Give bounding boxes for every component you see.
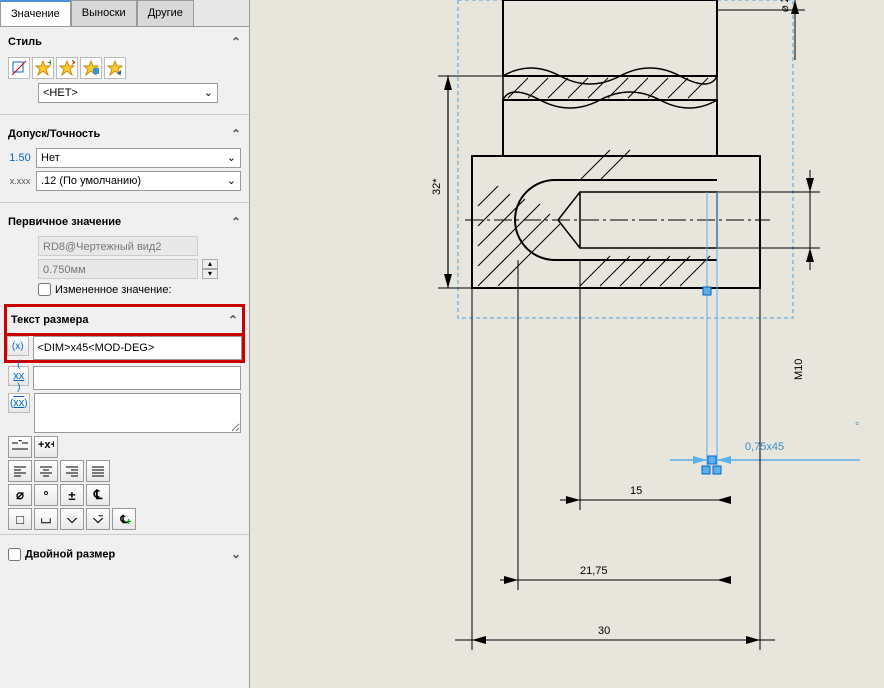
dim-2175: 21,75	[580, 565, 608, 577]
primary-ref: RD8@Чертежный вид2	[38, 236, 198, 256]
chevron-down-icon: ⌄	[227, 171, 236, 191]
dimtext-input-2[interactable]	[33, 366, 241, 390]
svg-text:+x+: +x+	[38, 440, 54, 451]
svg-text:+: +	[47, 60, 51, 69]
spin-up[interactable]: ▴	[202, 259, 218, 269]
chevron-up-icon: ⌃	[231, 35, 241, 49]
justify-left[interactable]	[8, 460, 32, 482]
tolerance-header[interactable]: Допуск/Точность ⌃	[8, 123, 241, 145]
sym-cbore[interactable]: ⌵	[60, 508, 84, 530]
tolerance-title: Допуск/Точность	[8, 128, 100, 140]
justify-right[interactable]	[60, 460, 84, 482]
tolerance-type-icon: 1.50	[8, 148, 32, 168]
precision-icon: x.xxx	[8, 171, 32, 191]
primary-title: Первичное значение	[8, 216, 121, 228]
dimtext-below-icon[interactable]: (xx)	[8, 366, 29, 386]
chevron-down-icon: ⌄	[227, 148, 236, 168]
align-toolbar-1: * +x+	[8, 436, 241, 458]
spin-down[interactable]: ▾	[202, 269, 218, 279]
dim-30: 30	[598, 625, 610, 637]
dimtext-title: Текст размера	[11, 314, 88, 326]
dim-chamfer[interactable]: 0,75х45	[745, 441, 784, 453]
style-preset-dropdown[interactable]: <НЕТ>⌄	[38, 83, 218, 103]
style-toolbar: + ×	[8, 57, 241, 79]
justify-toolbar	[8, 460, 241, 482]
tabs: Значение Выноски Другие	[0, 0, 249, 27]
dim-32: 32*	[431, 178, 443, 195]
dimtext-multi-input[interactable]	[34, 393, 241, 433]
chevron-down-icon: ⌄	[204, 83, 213, 103]
chevron-up-icon: ⌃	[231, 215, 241, 229]
justify-full[interactable]	[86, 460, 110, 482]
primary-value: 0.750мм	[38, 259, 198, 279]
symbol-toolbar-2: □ ⌴ ⌵ ⌵̄ ℄+	[8, 508, 241, 530]
align-btn-1[interactable]: *	[8, 436, 32, 458]
drawing-canvas[interactable]: 32* ⌀ 20 M10 0,75х45 ° 15	[250, 0, 884, 688]
chevron-up-icon: ⌃	[228, 313, 238, 327]
dim-m10: M10	[793, 359, 805, 380]
precision-dropdown[interactable]: .12 (По умолчанию)⌄	[36, 171, 241, 191]
chevron-up-icon: ⌃	[231, 127, 241, 141]
style-btn-5[interactable]	[104, 57, 126, 79]
dimtext-header[interactable]: Текст размера ⌃	[11, 309, 238, 331]
symbol-toolbar-1: ⌀ ° ± ℄	[8, 484, 241, 506]
dim-chamfer-deg: °	[855, 421, 859, 433]
tab-value[interactable]: Значение	[0, 0, 71, 26]
tab-leaders[interactable]: Выноски	[71, 0, 137, 26]
align-btn-2[interactable]: +x+	[34, 436, 58, 458]
style-header[interactable]: Стиль ⌃	[8, 31, 241, 53]
sym-degree[interactable]: °	[34, 484, 58, 506]
dual-checkbox[interactable]	[8, 548, 21, 561]
sym-plusminus[interactable]: ±	[60, 484, 84, 506]
justify-center[interactable]	[34, 460, 58, 482]
dimtext-xy-icon[interactable]: (x)	[7, 336, 29, 356]
sym-diameter[interactable]: ⌀	[8, 484, 32, 506]
style-btn-2[interactable]: +	[32, 57, 54, 79]
sym-countersink[interactable]: ⌵̄	[86, 508, 110, 530]
dim-15: 15	[630, 485, 642, 497]
dual-header[interactable]: Двойной размер ⌄	[8, 543, 241, 565]
tab-other[interactable]: Другие	[137, 0, 194, 26]
style-title: Стиль	[8, 36, 42, 48]
primary-header[interactable]: Первичное значение ⌃	[8, 211, 241, 233]
svg-text:*: *	[18, 440, 23, 448]
style-btn-3[interactable]: ×	[56, 57, 78, 79]
dimtext-input[interactable]	[33, 336, 243, 360]
sym-square[interactable]: □	[8, 508, 32, 530]
chevron-down-icon: ⌄	[231, 547, 241, 561]
property-panel: Значение Выноски Другие Стиль ⌃ + × <НЕТ…	[0, 0, 250, 688]
dual-title: Двойной размер	[25, 548, 115, 560]
sym-depth[interactable]: ⌴	[34, 508, 58, 530]
changed-value-label: Измененное значение:	[55, 284, 172, 296]
dimtext-multi-icon[interactable]: (xx)	[8, 393, 30, 413]
svg-text:×: ×	[71, 60, 75, 69]
style-btn-1[interactable]	[8, 57, 30, 79]
sym-more[interactable]: ℄+	[112, 508, 136, 530]
dim-diameter: ⌀ 20	[779, 0, 791, 12]
changed-value-checkbox[interactable]	[38, 283, 51, 296]
style-btn-4[interactable]	[80, 57, 102, 79]
tolerance-type-dropdown[interactable]: Нет⌄	[36, 148, 241, 168]
sym-centerline[interactable]: ℄	[86, 484, 110, 506]
